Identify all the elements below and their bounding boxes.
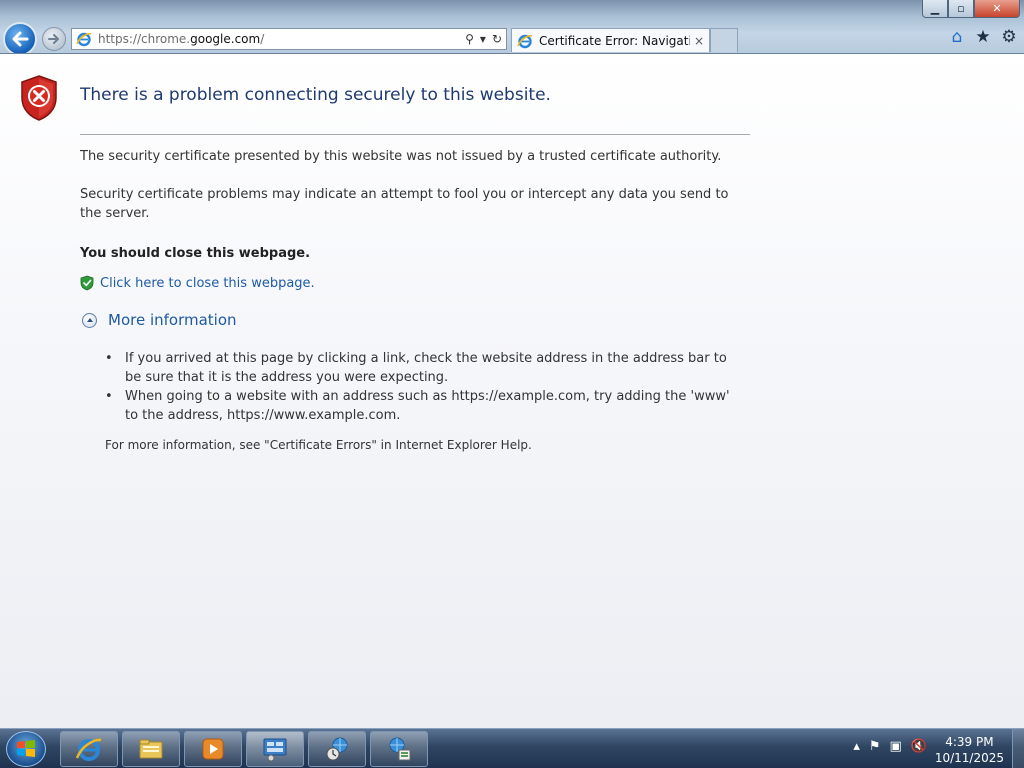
volume-muted-icon[interactable]: 🔇 xyxy=(911,739,927,754)
internet-explorer-icon xyxy=(75,738,102,761)
back-arrow-icon xyxy=(12,31,29,47)
new-tab-button[interactable] xyxy=(710,28,738,52)
show-hidden-arrow-icon[interactable]: ▴ xyxy=(853,739,860,754)
clock-date: 10/11/2025 xyxy=(934,751,1004,765)
file-explorer-icon xyxy=(139,739,163,759)
home-icon[interactable]: ⌂ xyxy=(948,27,966,47)
back-button[interactable] xyxy=(3,22,37,56)
network-setup-icon xyxy=(389,737,411,761)
recommendation-text: You should close this webpage. xyxy=(80,246,311,261)
more-information-toggle[interactable]: More information xyxy=(82,311,237,329)
clock[interactable]: 4:39 PM 10/11/2025 xyxy=(935,734,1004,766)
ie-page-icon xyxy=(76,32,92,47)
windows-logo-icon xyxy=(17,740,35,757)
favorites-star-icon[interactable]: ★ xyxy=(974,27,992,47)
address-url[interactable]: https://chrome.google.com/ xyxy=(98,32,465,46)
more-information-list: If you arrived at this page by clicking … xyxy=(105,349,745,425)
taskbar-internet-explorer[interactable] xyxy=(60,731,118,767)
dropdown-chevron-icon[interactable]: ▾ xyxy=(480,32,486,46)
media-player-icon xyxy=(202,738,224,760)
show-desktop-button[interactable] xyxy=(1012,729,1024,768)
page-title: There is a problem connecting securely t… xyxy=(80,85,551,105)
maximize-button[interactable]: ▫ xyxy=(948,0,974,18)
control-panel-icon xyxy=(263,738,287,762)
window-controls: ▁ ▫ ✕ xyxy=(922,0,1020,18)
taskbar-network-setup[interactable] xyxy=(370,731,428,767)
list-item: If you arrived at this page by clicking … xyxy=(105,349,745,387)
clock-time: 4:39 PM xyxy=(945,735,994,749)
error-page: There is a problem connecting securely t… xyxy=(0,54,1024,728)
collapse-chevron-up-icon[interactable] xyxy=(82,312,97,328)
close-window-button[interactable]: ✕ xyxy=(974,0,1020,18)
more-information-label[interactable]: More information xyxy=(108,311,237,329)
taskbar-control-panel[interactable] xyxy=(246,731,304,767)
security-warning-text: Security certificate problems may indica… xyxy=(80,187,729,221)
list-item: When going to a website with an address … xyxy=(105,387,745,425)
minimize-button[interactable]: ▁ xyxy=(922,0,948,18)
ie-tab-icon xyxy=(517,34,533,48)
tab-certificate-error[interactable]: Certificate Error: Navigation... × xyxy=(511,28,710,52)
tab-close-icon[interactable]: × xyxy=(694,34,704,48)
network-icon[interactable]: ▣ xyxy=(890,739,902,754)
taskbar-network-globe[interactable] xyxy=(308,731,366,767)
start-button[interactable] xyxy=(6,731,46,767)
tab-title: Certificate Error: Navigation... xyxy=(539,33,690,48)
title-divider xyxy=(80,134,750,135)
security-shield-error-icon xyxy=(21,75,57,121)
certificate-explanation: The security certificate presented by th… xyxy=(80,149,722,164)
green-shield-check-icon xyxy=(80,275,94,291)
taskbar-media-player[interactable] xyxy=(184,731,242,767)
refresh-icon[interactable]: ↻ xyxy=(492,32,502,46)
browser-chrome: ▁ ▫ ✕ https://chrome.google.com/ ⚲ ▾ ↻ C… xyxy=(0,0,1024,56)
close-webpage-link-label[interactable]: Click here to close this webpage. xyxy=(100,276,315,291)
network-globe-icon xyxy=(326,737,348,761)
forward-arrow-icon xyxy=(48,34,59,44)
close-webpage-link[interactable]: Click here to close this webpage. xyxy=(80,275,315,291)
address-bar[interactable]: https://chrome.google.com/ ⚲ ▾ ↻ xyxy=(71,28,507,50)
action-center-flag-icon[interactable]: ⚑ xyxy=(869,739,881,754)
taskbar: ▴ ⚑ ▣ 🔇 4:39 PM 10/11/2025 xyxy=(0,728,1024,768)
taskbar-file-explorer[interactable] xyxy=(122,731,180,767)
forward-button[interactable] xyxy=(42,27,66,51)
search-icon[interactable]: ⚲ xyxy=(465,32,474,46)
tools-gear-icon[interactable]: ⚙ xyxy=(1000,27,1018,47)
help-footnote: For more information, see "Certificate E… xyxy=(105,438,532,452)
